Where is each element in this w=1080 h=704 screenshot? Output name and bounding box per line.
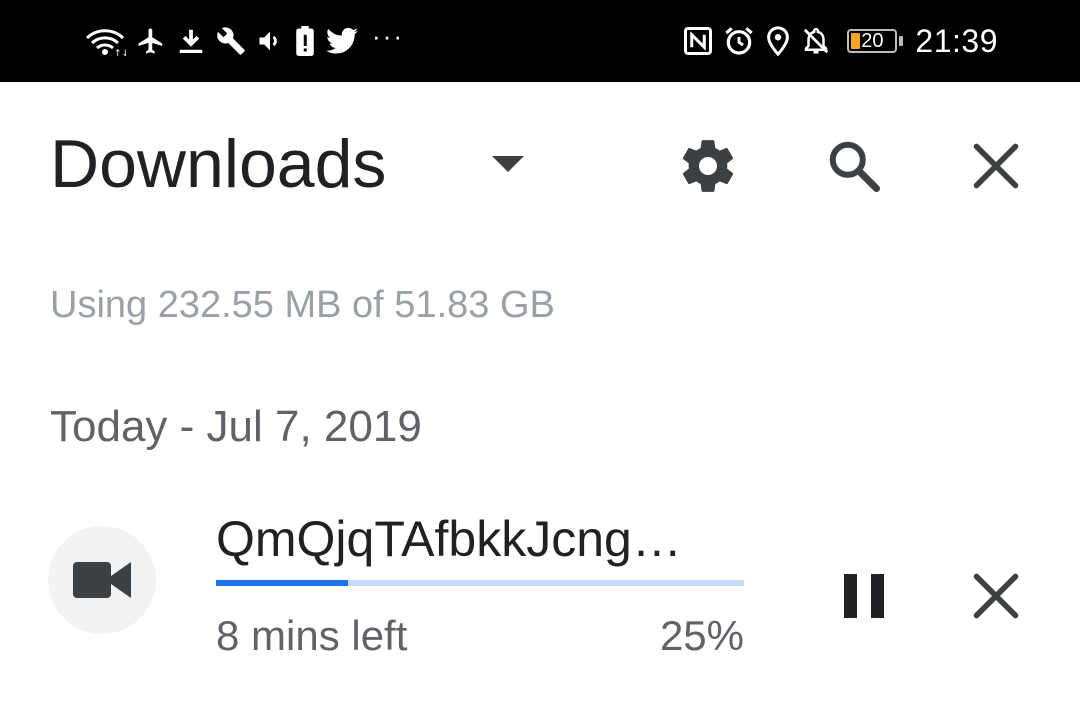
settings-button[interactable] [672,130,744,202]
download-progress-fill [216,580,348,586]
battery-alert-icon [294,26,316,56]
alarm-icon [723,25,755,57]
notifications-off-icon [801,26,831,56]
date-section-heading: Today - Jul 7, 2019 [50,402,422,451]
storage-usage: Using 232.55 MB of 51.83 GB [50,284,555,326]
close-icon [973,573,1019,619]
battery-level: 20 [861,30,884,52]
page-title[interactable]: Downloads [50,130,386,198]
gear-icon [682,140,734,192]
wifi-icon: ↑↓ [84,26,126,56]
status-bar: ↑↓ ··· 20 21:39 [0,0,1080,82]
twitter-icon [326,27,358,55]
location-icon [765,26,791,56]
caret-down-icon[interactable] [492,156,524,172]
download-percent: 25% [659,612,744,659]
download-time-left: 8 mins left [216,612,408,659]
pause-button[interactable] [828,560,900,632]
svg-text:↑↓: ↑↓ [114,49,126,56]
video-camera-icon [73,562,131,598]
close-icon [973,143,1019,189]
download-file-name[interactable]: QmQjqTAfbkkJcng… [216,510,726,568]
download-progress-bar [216,580,744,586]
search-button[interactable] [818,130,890,202]
battery-fill [851,33,861,49]
downloads-header: Downloads [0,82,1080,252]
status-clock: 21:39 [915,22,998,59]
battery-body: 20 [847,29,898,53]
file-type-thumbnail [48,526,156,634]
battery-indicator: 20 [847,29,904,53]
airplane-icon [136,26,166,56]
close-button[interactable] [960,130,1032,202]
pause-icon [844,574,884,618]
status-bar-left: ↑↓ ··· [84,0,404,82]
download-item[interactable]: QmQjqTAfbkkJcng… 8 mins left 25% [0,500,1080,680]
battery-cap [899,36,904,46]
nfc-icon [683,26,713,56]
download-icon [176,26,206,56]
volume-icon [256,27,284,55]
search-icon [829,141,880,192]
cancel-download-button[interactable] [960,560,1032,632]
status-bar-right: 20 21:39 [683,0,998,82]
wrench-icon [216,26,246,56]
more-icon: ··· [372,21,404,51]
